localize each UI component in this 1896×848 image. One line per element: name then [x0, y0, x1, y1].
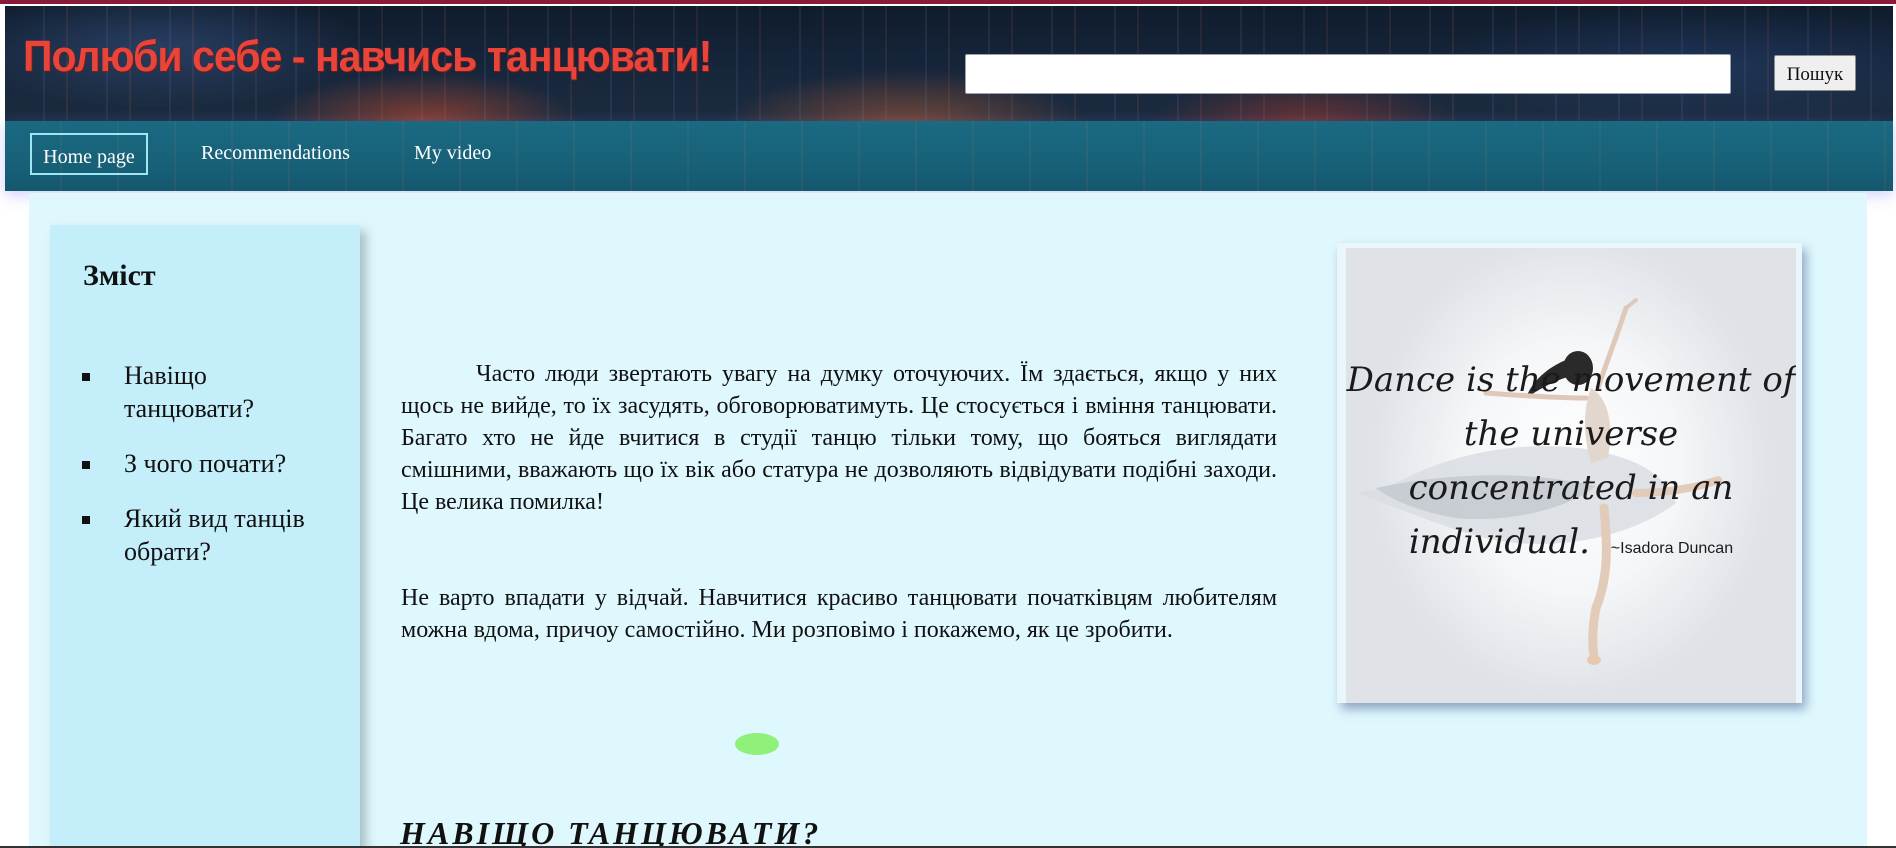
toc-item-which-dance[interactable]: Який вид танців обрати?	[80, 502, 310, 568]
dancer-image: Dance is the movement of the universe co…	[1346, 248, 1796, 703]
dancer-image-card: Dance is the movement of the universe co…	[1337, 243, 1802, 703]
toc-item-label: Який вид танців обрати?	[124, 504, 305, 566]
sidebar-toc: Зміст Навіщо танцювати? З чого почати? Я…	[50, 225, 360, 848]
toc-item-label: З чого почати?	[124, 449, 287, 478]
second-paragraph: Не варто впадати у відчай. Навчитися кра…	[401, 585, 1277, 643]
top-stripe	[0, 0, 1896, 4]
quote-author: ~Isadora Duncan	[1610, 540, 1734, 557]
toc-item-why-dance[interactable]: Навіщо танцювати?	[80, 359, 310, 425]
page: Полюби себе - навчись танцювати! Пошук H…	[0, 0, 1896, 848]
quote-text: Dance is the movement of the universe co…	[1346, 353, 1796, 576]
site-title: Полюби себе - навчись танцювати!	[23, 32, 712, 81]
search-input[interactable]	[965, 54, 1731, 94]
main-nav: Home page Recommendations My video	[5, 121, 1893, 191]
site-header: Полюби себе - навчись танцювати! Пошук	[5, 6, 1893, 121]
nav-item-home-page[interactable]: Home page	[30, 133, 148, 175]
nav-item-recommendations[interactable]: Recommendations	[201, 133, 350, 173]
toc-item-label: Навіщо танцювати?	[124, 361, 255, 423]
toc-item-where-to-start[interactable]: З чого почати?	[80, 447, 310, 480]
intro-paragraph: Часто люди звертають увагу на думку оточ…	[401, 361, 1277, 515]
square-bullet-icon	[82, 461, 90, 469]
section-heading-why-dance: НАВІЩО ТАНЦЮВАТИ?	[400, 815, 822, 848]
toc-list: Навіщо танцювати? З чого почати? Який ви…	[80, 359, 310, 590]
green-oval-decoration	[735, 733, 779, 755]
square-bullet-icon	[82, 373, 90, 381]
square-bullet-icon	[82, 516, 90, 524]
nav-item-my-video[interactable]: My video	[414, 133, 491, 173]
quote-body: Dance is the movement of the universe co…	[1346, 360, 1796, 562]
sidebar-title: Зміст	[83, 259, 156, 292]
search-button[interactable]: Пошук	[1774, 55, 1856, 91]
